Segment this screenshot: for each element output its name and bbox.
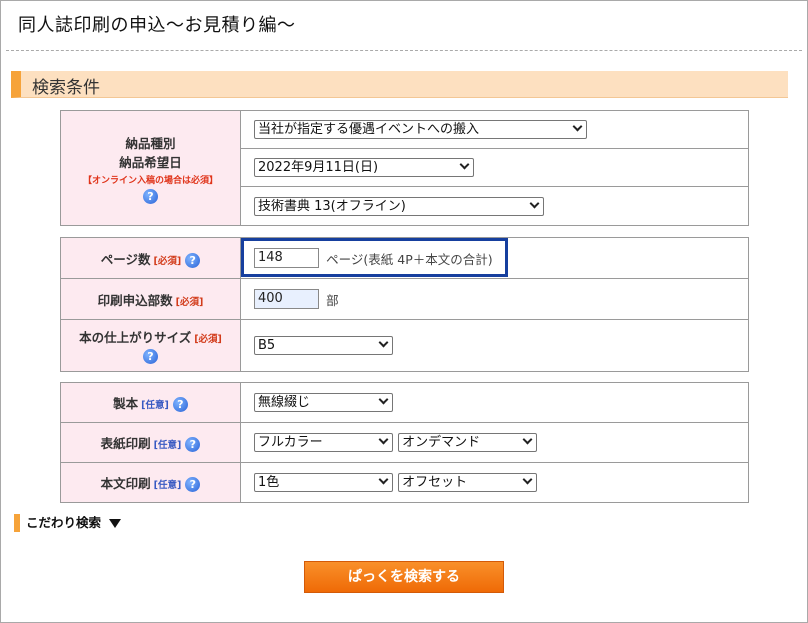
- search-button[interactable]: ぱっくを検索する: [304, 561, 504, 593]
- cover-method-select[interactable]: オンデマンド: [398, 433, 538, 452]
- help-icon[interactable]: ?: [143, 188, 158, 204]
- body-method-select[interactable]: オフセット: [398, 473, 538, 492]
- section-title: 検索条件: [32, 78, 100, 98]
- optional-badge: [任意]: [153, 480, 182, 491]
- optional-badge: [任意]: [153, 440, 182, 451]
- cover-label-cell: 表紙印刷 [任意]?: [60, 422, 241, 463]
- binding-label-cell: 製本 [任意]?: [60, 382, 241, 423]
- delivery-event-select[interactable]: 技術書典 13(オフライン): [254, 196, 544, 216]
- copies-label-cell: 印刷申込部数 [必須]: [60, 278, 241, 320]
- body-print-label-cell: 本文印刷 [任意]?: [60, 462, 241, 503]
- pages-label-cell: ページ数 [必須]?: [60, 237, 241, 279]
- chevron-down-icon: [378, 434, 389, 445]
- size-cell: B5: [240, 319, 749, 372]
- body-method-value: オフセット: [402, 475, 468, 490]
- chevron-down-icon: [378, 337, 389, 348]
- size-label-cell: 本の仕上がりサイズ [必須] ?: [60, 319, 241, 372]
- body-print-label: 本文印刷: [100, 476, 151, 491]
- chevron-down-icon: [378, 394, 389, 405]
- kodawari-search-toggle[interactable]: こだわり検索: [14, 514, 122, 532]
- cover-cell: フルカラー オンデマンド: [240, 422, 749, 463]
- required-badge: [必須]: [153, 255, 182, 267]
- delivery-date-select[interactable]: 2022年9月11日(日): [254, 158, 474, 177]
- chevron-down-icon: [529, 198, 540, 208]
- chevron-down-icon: [572, 121, 583, 132]
- size-value: B5: [258, 338, 276, 353]
- help-icon[interactable]: ?: [185, 252, 201, 268]
- help-icon[interactable]: ?: [185, 477, 201, 492]
- size-select[interactable]: B5: [254, 336, 393, 355]
- cover-color-select[interactable]: フルカラー: [254, 433, 393, 452]
- binding-label: 製本: [113, 396, 139, 411]
- help-icon[interactable]: ?: [172, 397, 188, 412]
- triangle-down-icon: [109, 519, 122, 528]
- page-title: 同人誌印刷の申込～お見積り編～: [18, 15, 296, 36]
- copies-unit: 部: [326, 292, 339, 308]
- required-badge: [必須]: [175, 296, 204, 308]
- delivery-type-select[interactable]: 当社が指定する優遇イベントへの搬入: [254, 120, 587, 139]
- printing-table: 製本 [任意]? 無線綴じ 表紙印刷 [任意]? フルカラー オンデマンド 本文印刷…: [60, 382, 749, 503]
- delivery-type-label: 納品種別: [125, 135, 176, 151]
- copies-cell: 400 部: [240, 278, 749, 320]
- binding-value: 無線綴じ: [258, 395, 311, 410]
- section-header: 検索条件: [11, 71, 788, 98]
- cover-color-value: フルカラー: [258, 435, 323, 450]
- optional-badge: [任意]: [141, 400, 169, 411]
- delivery-table: 納品種別 納品希望日 【オンライン入稿の場合は必須】 ? 当社が指定する優遇イベ…: [60, 110, 749, 226]
- delivery-type-value: 当社が指定する優遇イベントへの搬入: [258, 122, 480, 137]
- online-required-note: 【オンライン入稿の場合は必須】: [82, 175, 218, 186]
- delivery-date-cell: 2022年9月11日(日): [240, 148, 749, 187]
- delivery-event-cell: 技術書典 13(オフライン): [240, 186, 749, 226]
- body-print-cell: 1色 オフセット: [240, 462, 749, 503]
- cover-label: 表紙印刷: [100, 436, 151, 451]
- required-badge: [必須]: [194, 334, 222, 345]
- title-divider: [6, 50, 802, 51]
- chevron-down-icon: [378, 474, 389, 485]
- pages-label: ページ数: [100, 251, 151, 267]
- chevron-down-icon: [522, 434, 533, 445]
- chevron-down-icon: [522, 474, 533, 485]
- cover-method-value: オンデマンド: [402, 435, 481, 450]
- body-color-value: 1色: [258, 475, 280, 490]
- binding-select[interactable]: 無線綴じ: [254, 393, 393, 412]
- copies-input[interactable]: 400: [254, 289, 319, 309]
- body-color-select[interactable]: 1色: [254, 473, 393, 492]
- help-icon[interactable]: ?: [185, 437, 201, 452]
- chevron-down-icon: [459, 159, 470, 170]
- delivery-label-cell: 納品種別 納品希望日 【オンライン入稿の場合は必須】 ?: [60, 110, 241, 226]
- delivery-date-value: 2022年9月11日(日): [258, 160, 379, 175]
- delivery-type-cell: 当社が指定する優遇イベントへの搬入: [240, 110, 749, 149]
- delivery-event-value: 技術書典 13(オフライン): [258, 198, 406, 214]
- help-icon[interactable]: ?: [143, 349, 158, 364]
- copies-label: 印刷申込部数: [97, 292, 173, 308]
- size-label: 本の仕上がりサイズ: [79, 330, 192, 345]
- binding-cell: 無線綴じ: [240, 382, 749, 423]
- pages-highlight-box: [241, 238, 508, 277]
- kodawari-label: こだわり検索: [26, 515, 102, 530]
- delivery-date-label: 納品希望日: [119, 154, 182, 170]
